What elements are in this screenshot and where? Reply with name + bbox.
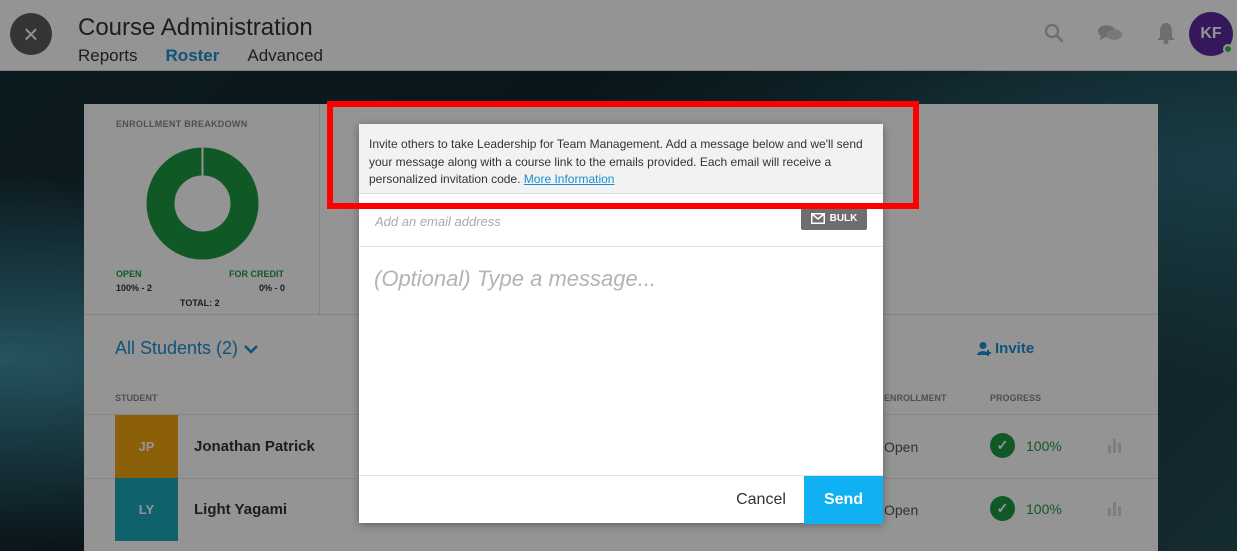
highlight-annotation (327, 101, 919, 209)
dialog-footer: Cancel Send (359, 475, 883, 524)
email-input[interactable] (375, 211, 775, 231)
bulk-label: BULK (829, 212, 858, 224)
send-button[interactable]: Send (804, 476, 883, 524)
bulk-button[interactable]: BULK (801, 206, 867, 230)
cancel-button[interactable]: Cancel (719, 476, 803, 524)
message-textarea[interactable] (359, 248, 883, 475)
envelope-icon (810, 212, 825, 224)
